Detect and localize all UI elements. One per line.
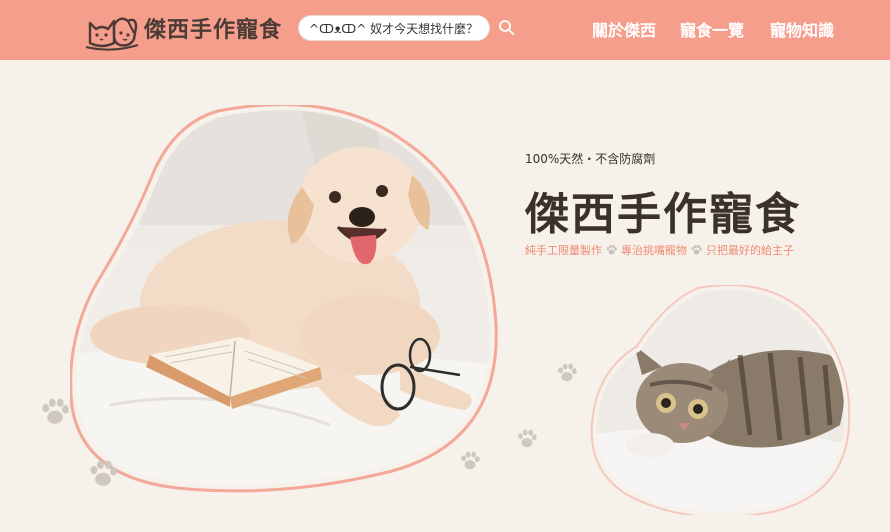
paw-icon: [606, 244, 617, 255]
top-header: 傑西手作寵食 關於傑西 寵食一覽 寵物知識: [0, 0, 890, 60]
nav-food-list[interactable]: 寵食一覽: [680, 17, 744, 41]
paw-icon: [42, 398, 69, 424]
search-button[interactable]: [497, 18, 517, 38]
nav-pet-knowledge[interactable]: 寵物知識: [770, 17, 834, 41]
hero-features: 純手工限量製作 專治挑嘴寵物 只把最好的給主子: [525, 242, 794, 258]
search-icon: [499, 20, 514, 35]
feature-handmade: 純手工限量製作: [525, 244, 602, 257]
cat-photo: [590, 285, 851, 515]
paw-icon: [691, 244, 702, 255]
paw-icon: [461, 451, 480, 470]
brand-name[interactable]: 傑西手作寵食: [144, 12, 282, 44]
logo[interactable]: [84, 8, 140, 52]
dog-photo: [70, 105, 498, 493]
search-input[interactable]: [298, 15, 490, 41]
hero-title: 傑西手作寵食: [525, 189, 801, 240]
logo-cat-dog-icon: [85, 17, 139, 51]
nav-about[interactable]: 關於傑西: [592, 17, 656, 41]
hero-tagline: 100%天然・不含防腐劑: [525, 152, 656, 166]
paw-icon: [518, 429, 537, 448]
paw-icon: [558, 363, 577, 382]
paw-icon: [90, 460, 117, 486]
feature-picky-pets: 專治挑嘴寵物: [621, 244, 687, 257]
feature-best-for-master: 只把最好的給主子: [706, 244, 794, 257]
